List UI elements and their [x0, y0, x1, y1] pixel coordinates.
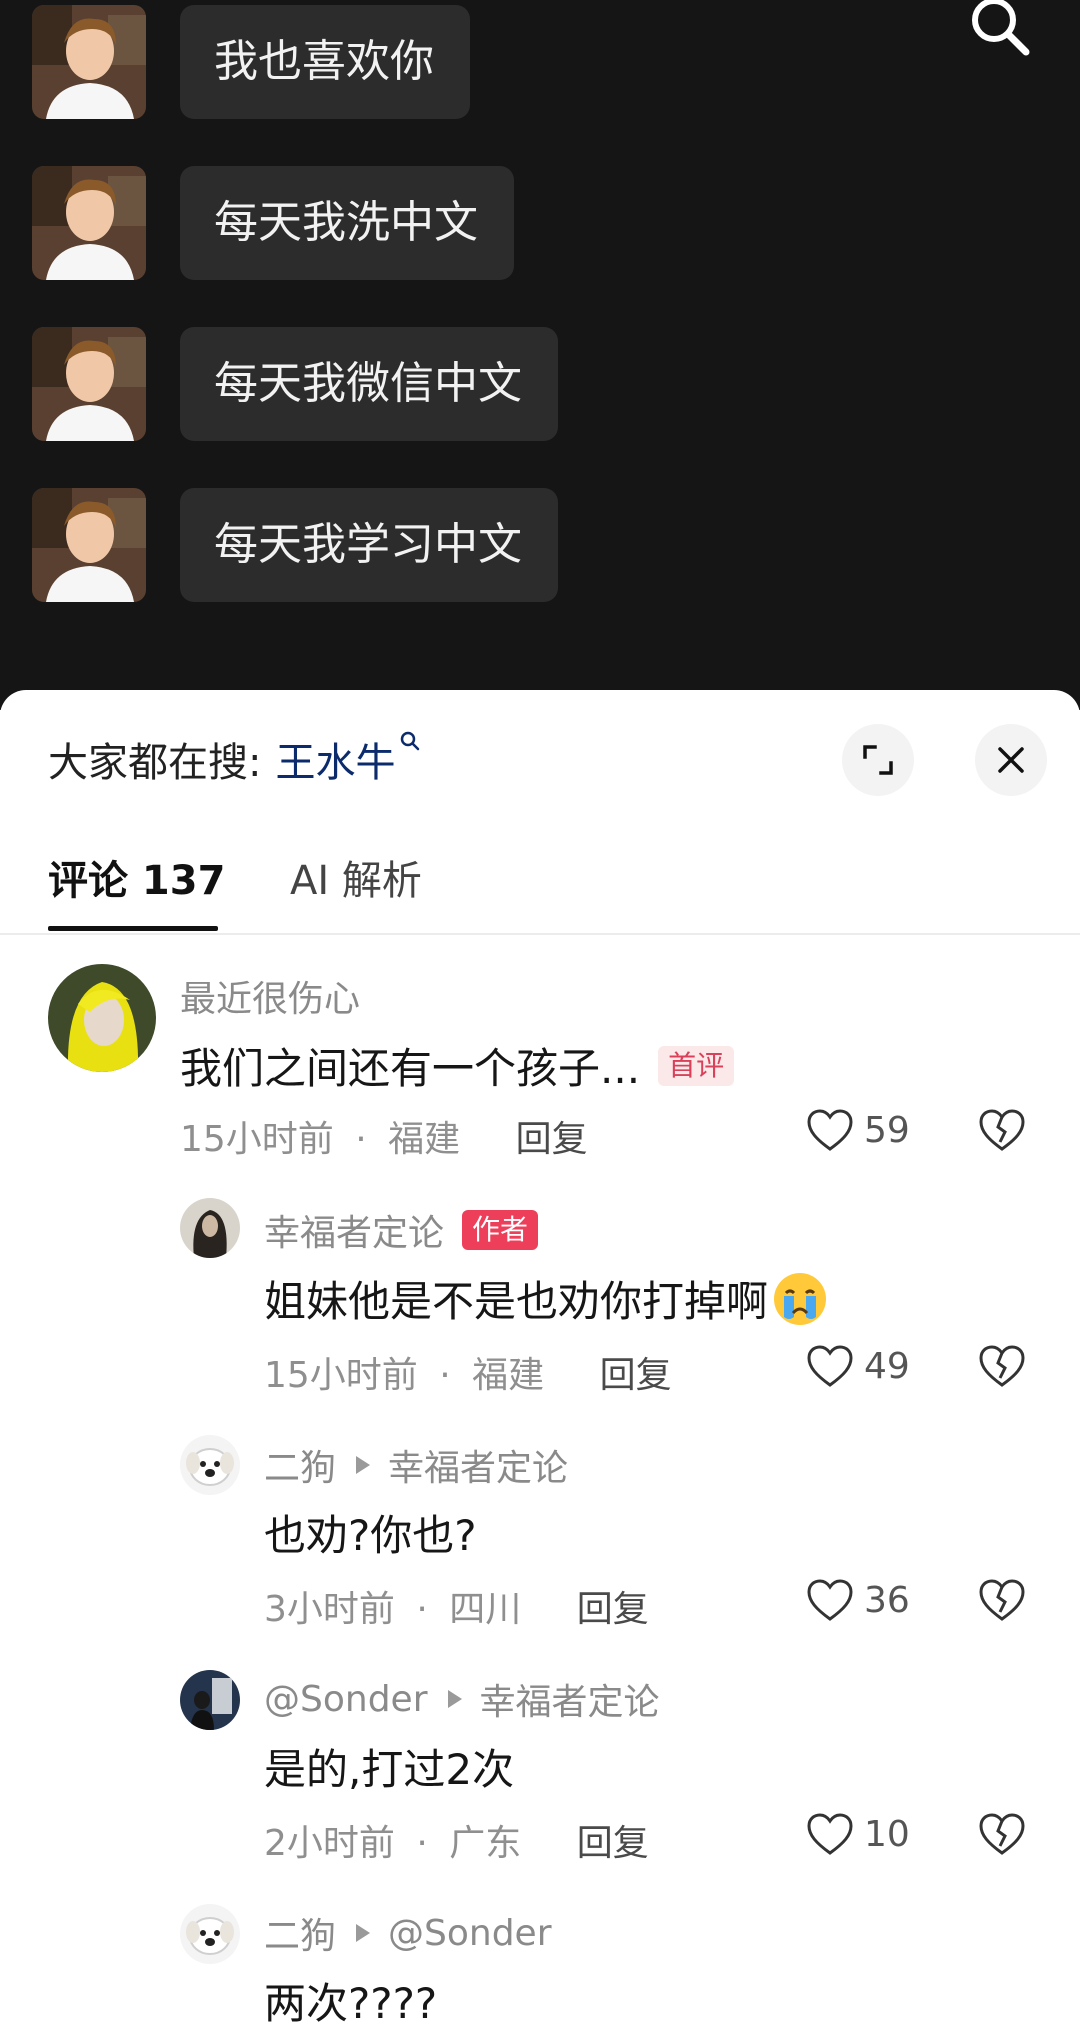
chat-message: 每天我微信中文: [32, 326, 558, 442]
avatar[interactable]: [180, 1198, 240, 1258]
hot-search-bar[interactable]: 大家都在搜: 王水牛: [48, 730, 421, 788]
comment-text[interactable]: 是的,打过2次: [264, 1736, 514, 1797]
like-count: 10: [864, 1813, 910, 1855]
broken-heart-icon[interactable]: [978, 1812, 1026, 1856]
reply-to-user[interactable]: 幸福者定论: [480, 1673, 660, 1725]
chat-bubble: 我也喜欢你: [180, 5, 470, 119]
first-comment-badge: 首评: [658, 1045, 735, 1086]
reply-button[interactable]: 回复: [577, 1589, 649, 1630]
broken-heart-icon[interactable]: [978, 1578, 1026, 1622]
avatar[interactable]: [180, 1670, 240, 1730]
like-button[interactable]: 10: [806, 1812, 910, 1856]
comment-text[interactable]: 两次????: [264, 1970, 437, 2025]
avatar: [32, 327, 146, 441]
reply-arrow-icon: [447, 1690, 462, 1708]
comment-text[interactable]: 也劝?你也?: [264, 1502, 477, 1563]
chat-bubble: 每天我学习中文: [180, 488, 558, 602]
like-button[interactable]: 49: [806, 1344, 910, 1388]
chat-message: 每天我洗中文: [32, 165, 514, 281]
comment-text[interactable]: 姐妹他是不是也劝你打掉啊: [264, 1268, 828, 1329]
tab-ai-analysis[interactable]: AI 解析: [290, 848, 422, 906]
chat-bubble: 每天我洗中文: [180, 166, 514, 280]
like-button[interactable]: 36: [806, 1578, 910, 1622]
like-button[interactable]: 59: [806, 1108, 910, 1152]
reply-button[interactable]: 回复: [600, 1355, 672, 1396]
avatar: [32, 5, 146, 119]
like-count: 59: [864, 1109, 910, 1151]
search-icon[interactable]: [966, 0, 1032, 60]
hot-search-prefix: 大家都在搜:: [48, 740, 262, 786]
author-badge: 作者: [462, 1210, 539, 1250]
avatar[interactable]: [180, 1435, 240, 1495]
comment-author[interactable]: 最近很伤心: [180, 970, 360, 1022]
comment-meta: 15小时前 · 福建 回复: [180, 1119, 588, 1160]
heart-icon: [807, 1813, 853, 1855]
broken-heart-icon[interactable]: [978, 1344, 1026, 1388]
comment-author[interactable]: 二狗 幸福者定论: [264, 1439, 568, 1491]
active-tab-indicator: [48, 926, 218, 931]
video-area[interactable]: 我也喜欢你 每天我洗中文 每天我微信中文 每天我学习中文: [0, 0, 1080, 710]
reply-arrow-icon: [356, 1456, 371, 1474]
expand-button[interactable]: [842, 724, 914, 796]
reply-arrow-icon: [356, 1924, 371, 1942]
tab-comments[interactable]: 评论 137: [48, 848, 225, 906]
search-icon: [401, 731, 420, 751]
broken-heart-icon[interactable]: [978, 1108, 1026, 1152]
avatar[interactable]: [180, 1904, 240, 1964]
avatar: [32, 488, 146, 602]
comment-text[interactable]: 我们之间还有一个孩子... 首评: [180, 1035, 735, 1096]
comment-meta: 2小时前 · 广东 回复: [264, 1823, 649, 1864]
close-icon: [998, 747, 1024, 773]
like-count: 36: [864, 1579, 910, 1621]
comment-sheet: 大家都在搜: 王水牛 评论 137 AI 解析 最近很伤心 我们之间还有一个孩子…: [0, 690, 1080, 2025]
expand-icon: [863, 745, 893, 775]
reply-to-user[interactable]: 幸福者定论: [388, 1439, 568, 1491]
like-count: 49: [864, 1345, 910, 1387]
hot-search-keyword[interactable]: 王水牛: [275, 740, 395, 786]
reply-button[interactable]: 回复: [577, 1823, 649, 1864]
divider: [0, 933, 1080, 935]
heart-icon: [807, 1579, 853, 1621]
reply-to-user[interactable]: @Sonder: [388, 1913, 552, 1954]
heart-icon: [807, 1109, 853, 1151]
reply-button[interactable]: 回复: [516, 1119, 588, 1160]
comment-meta: 15小时前 · 福建 回复: [264, 1355, 672, 1396]
comment-author[interactable]: 幸福者定论 作者: [264, 1204, 539, 1256]
comment-meta: 3小时前 · 四川 回复: [264, 1589, 649, 1630]
chat-message: 每天我学习中文: [32, 487, 558, 603]
crying-face-icon: [774, 1272, 827, 1325]
avatar[interactable]: [48, 964, 156, 1072]
heart-icon: [807, 1345, 853, 1387]
avatar: [32, 166, 146, 280]
comment-author[interactable]: 二狗 @Sonder: [264, 1907, 552, 1959]
chat-message: 我也喜欢你: [32, 4, 470, 120]
close-button[interactable]: [975, 724, 1047, 796]
chat-bubble: 每天我微信中文: [180, 327, 558, 441]
comment-author[interactable]: @Sonder 幸福者定论: [264, 1673, 660, 1725]
